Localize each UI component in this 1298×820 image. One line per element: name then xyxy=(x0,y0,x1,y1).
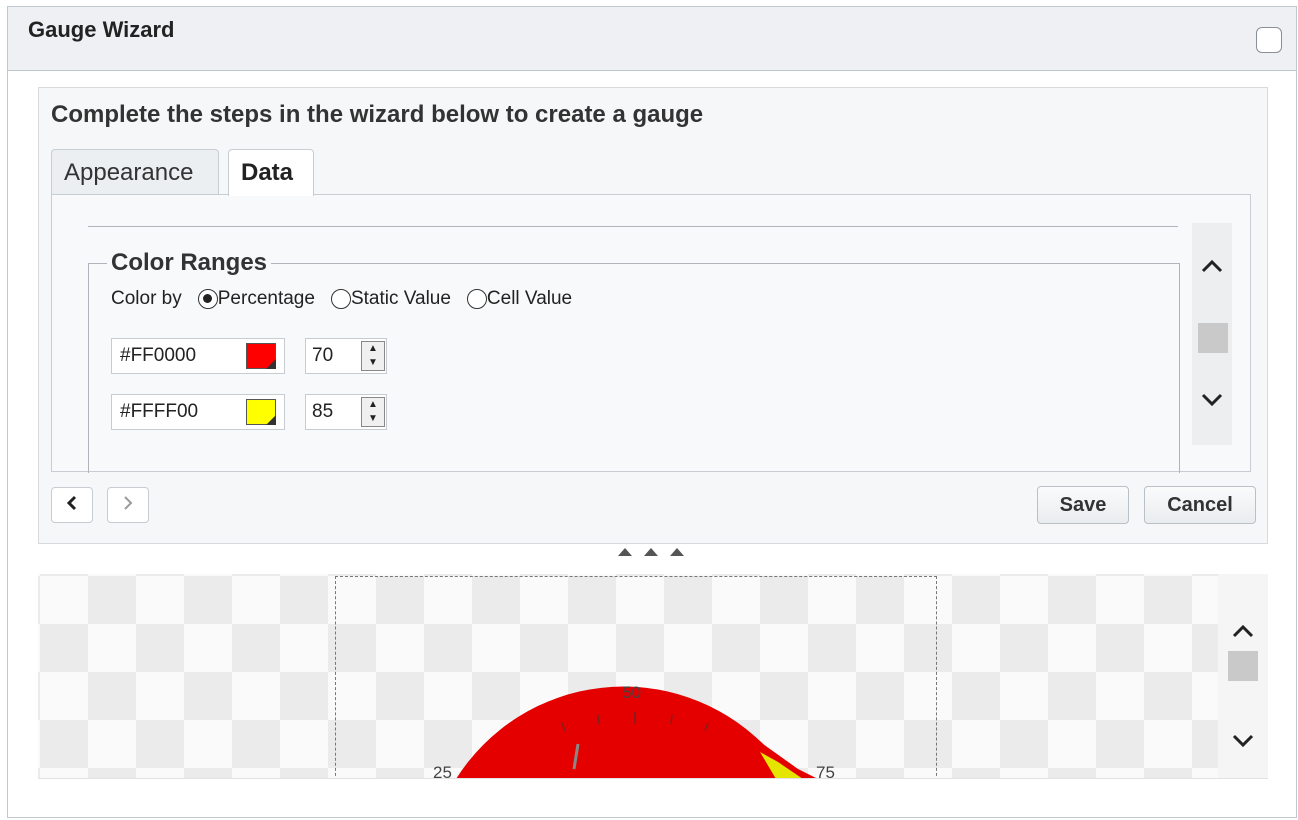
tab-content: Color Ranges Color by Percentage Static … xyxy=(51,194,1251,473)
stepper-arrows-icon[interactable]: ▲ ▼ xyxy=(361,341,385,371)
color-by-label: Color by xyxy=(111,288,182,309)
color-hex-value: #FF0000 xyxy=(120,345,197,366)
section-divider xyxy=(88,226,1178,227)
range-value-stepper[interactable]: 85 ▲ ▼ xyxy=(305,394,387,430)
scroll-thumb[interactable] xyxy=(1198,323,1228,353)
gauge-preview: 50 25 75 xyxy=(38,574,1268,779)
radio-percentage-control[interactable] xyxy=(197,289,218,309)
scroll-thumb[interactable] xyxy=(1228,651,1258,681)
chevron-right-icon xyxy=(124,496,133,510)
chevron-up-icon[interactable] xyxy=(1200,249,1224,280)
chevron-left-icon xyxy=(66,495,77,511)
radio-cell-value-label: Cell Value xyxy=(486,288,573,309)
tab-content-scrollbar[interactable] xyxy=(1192,223,1232,445)
radio-percentage[interactable]: Percentage xyxy=(197,288,315,310)
stepper-arrows-icon[interactable]: ▲ ▼ xyxy=(361,397,385,427)
save-button[interactable]: Save xyxy=(1037,486,1129,524)
gauge-label-50: 50 xyxy=(622,683,641,702)
chevron-up-icon[interactable] xyxy=(1231,614,1255,645)
radio-static-value-label: Static Value xyxy=(350,288,451,309)
color-by-row: Color by Percentage Static Value Cell Va… xyxy=(111,288,572,310)
color-range-row: #FFFF00 85 ▲ ▼ xyxy=(111,394,387,430)
tab-data[interactable]: Data xyxy=(228,149,314,196)
radio-static-value[interactable]: Static Value xyxy=(330,288,451,310)
tab-appearance[interactable]: Appearance xyxy=(51,149,219,195)
color-ranges-legend: Color Ranges xyxy=(107,249,272,277)
range-value-stepper[interactable]: 70 ▲ ▼ xyxy=(305,338,387,374)
next-step-button[interactable] xyxy=(107,487,149,523)
dialog-header: Gauge Wizard xyxy=(8,7,1296,71)
range-value: 85 xyxy=(312,401,334,422)
chevron-down-icon[interactable] xyxy=(1231,724,1255,755)
chevron-down-icon[interactable] xyxy=(1200,383,1224,414)
color-hex-field[interactable]: #FF0000 xyxy=(111,338,285,374)
color-range-row: #FF0000 70 ▲ ▼ xyxy=(111,338,387,374)
color-hex-value: #FFFF00 xyxy=(120,401,199,422)
gauge-chart: 50 25 75 xyxy=(433,683,835,779)
gauge-label-25: 25 xyxy=(433,763,452,779)
color-hex-field[interactable]: #FFFF00 xyxy=(111,394,285,430)
wizard-intro: Complete the steps in the wizard below t… xyxy=(51,101,704,128)
color-ranges-section: Color Ranges Color by Percentage Static … xyxy=(88,249,1180,473)
radio-cell-value[interactable]: Cell Value xyxy=(466,288,573,310)
color-picker-button[interactable] xyxy=(246,343,276,369)
cancel-button[interactable]: Cancel xyxy=(1144,486,1256,524)
triangle-up-icon xyxy=(618,548,684,556)
range-value: 70 xyxy=(312,345,334,366)
radio-static-value-control[interactable] xyxy=(330,289,351,309)
preview-scrollbar[interactable] xyxy=(1218,574,1268,778)
gauge-label-75: 75 xyxy=(816,763,835,779)
previous-step-button[interactable] xyxy=(51,487,93,523)
dialog-title: Gauge Wizard xyxy=(28,17,175,42)
radio-percentage-label: Percentage xyxy=(217,288,315,309)
gauge-wizard-dialog: Gauge Wizard Complete the steps in the w… xyxy=(7,6,1297,818)
color-picker-button[interactable] xyxy=(246,399,276,425)
splitter-handle[interactable] xyxy=(618,545,688,561)
maximize-button[interactable] xyxy=(1256,27,1282,53)
wizard-panel: Complete the steps in the wizard below t… xyxy=(38,87,1268,544)
radio-cell-value-control[interactable] xyxy=(466,289,487,309)
